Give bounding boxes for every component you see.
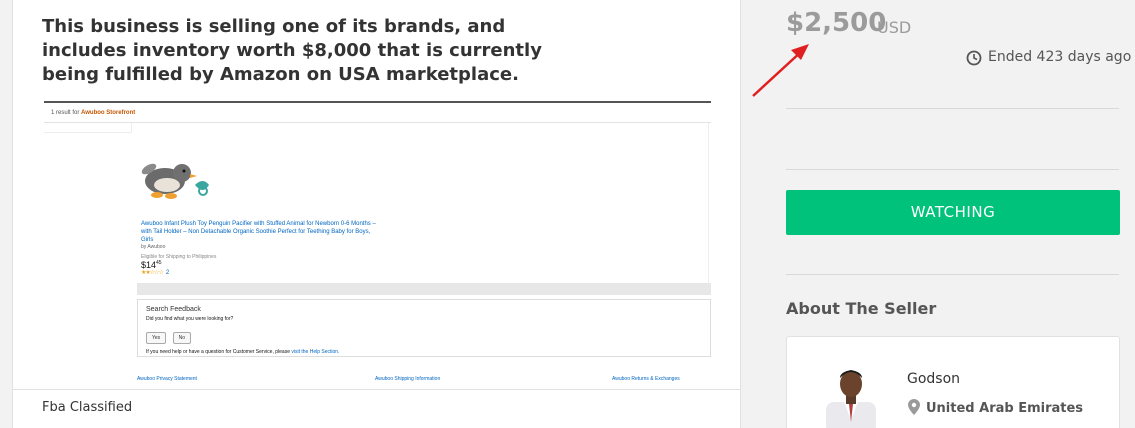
shot-product-rating: ★★☆☆☆ 2 bbox=[141, 269, 169, 276]
price-currency: USD bbox=[877, 18, 912, 37]
shot-brand-link: Awuboo Storefront bbox=[81, 110, 136, 116]
shot-footer-link: Awuboo Privacy Statement bbox=[137, 376, 197, 382]
auction-ended-status: Ended 423 days ago bbox=[988, 49, 1132, 65]
shot-gray-band bbox=[137, 283, 711, 295]
asking-price: $2,500 bbox=[786, 8, 887, 38]
shot-feedback-help: If you need help or have a question for … bbox=[146, 349, 702, 355]
listing-card: This business is selling one of its bran… bbox=[12, 0, 741, 428]
shot-result-text: 1 result for bbox=[51, 110, 80, 116]
clock-icon bbox=[966, 50, 982, 66]
shot-no-button: No bbox=[172, 332, 192, 344]
shot-product-byline: by Awuboo bbox=[141, 244, 166, 250]
shot-feedback-title: Search Feedback bbox=[146, 306, 201, 313]
shot-feedback-buttons: Yes No bbox=[146, 326, 702, 344]
shot-search-feedback: Search Feedback Did you find what you we… bbox=[137, 299, 711, 357]
watching-button[interactable]: WATCHING bbox=[786, 190, 1120, 235]
shot-divider bbox=[708, 123, 709, 283]
location-pin-icon bbox=[908, 399, 920, 415]
listing-headline: This business is selling one of its bran… bbox=[42, 16, 542, 85]
shot-help-link: visit the Help Section. bbox=[291, 349, 340, 355]
seller-card[interactable]: Godson United Arab Emirates bbox=[786, 336, 1120, 428]
shot-footer-link: Awuboo Returns & Exchanges bbox=[612, 376, 680, 382]
shot-filter-column bbox=[44, 123, 132, 133]
shot-feedback-question: Did you find what you were looking for? bbox=[146, 316, 234, 322]
shot-yes-button: Yes bbox=[146, 332, 167, 344]
divider bbox=[786, 108, 1119, 109]
divider bbox=[786, 169, 1119, 170]
shot-footer-link: Awuboo Shipping Information bbox=[375, 376, 441, 382]
shot-product-title: Awuboo Infant Plush Toy Penguin Pacifier… bbox=[141, 221, 376, 243]
about-seller-heading: About The Seller bbox=[786, 299, 937, 318]
seller-avatar bbox=[826, 370, 876, 428]
divider bbox=[786, 274, 1119, 275]
shot-help-text: If you need help or have a question for … bbox=[146, 349, 290, 355]
shot-star-icons: ★★☆☆☆ bbox=[141, 270, 164, 276]
shot-review-count: 2 bbox=[165, 270, 170, 276]
shot-result-bar: 1 result for Awuboo Storefront bbox=[44, 103, 711, 123]
seller-location: United Arab Emirates bbox=[926, 401, 1084, 416]
listing-screenshot[interactable]: 1 result for Awuboo Storefront Awuboo In… bbox=[44, 101, 711, 389]
seller-name[interactable]: Godson bbox=[907, 371, 960, 387]
penguin-toy-image bbox=[141, 163, 209, 199]
annotation-arrow-icon bbox=[752, 44, 809, 97]
listing-category-label: Fba Classified bbox=[42, 400, 133, 415]
listing-footer: Fba Classified bbox=[13, 389, 740, 428]
shot-price-cents: 45 bbox=[156, 260, 162, 266]
